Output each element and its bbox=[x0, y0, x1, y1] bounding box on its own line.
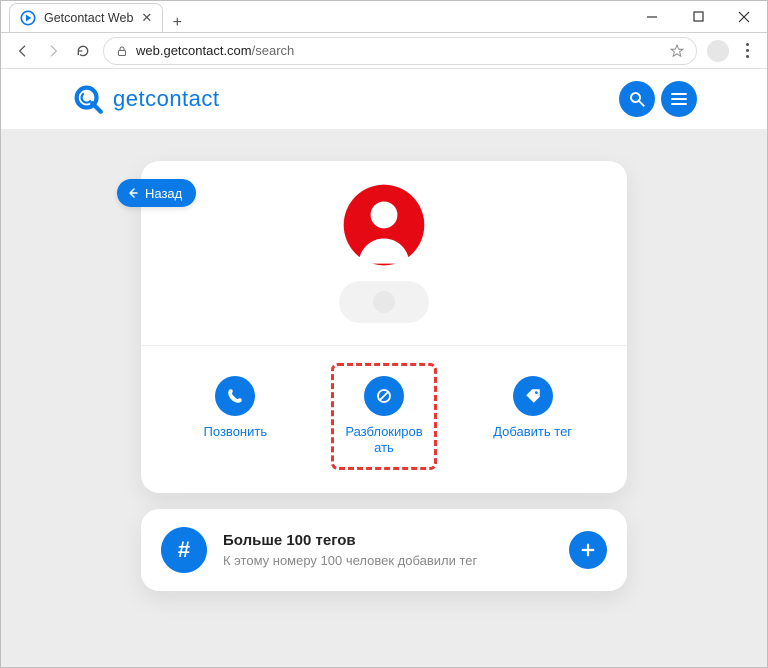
tab-title: Getcontact Web bbox=[44, 11, 133, 25]
unblock-action[interactable]: Разблокиров ать bbox=[334, 366, 434, 467]
menu-button[interactable] bbox=[661, 81, 697, 117]
window-minimize-button[interactable] bbox=[629, 1, 675, 32]
back-button[interactable]: Назад bbox=[117, 179, 196, 207]
favicon-icon bbox=[20, 10, 36, 26]
reload-icon bbox=[75, 43, 91, 59]
profile-avatar-button[interactable] bbox=[707, 40, 729, 62]
page-content: getcontact Назад bbox=[1, 69, 767, 667]
add-tag-action[interactable]: Добавить тег bbox=[483, 366, 583, 450]
profile-avatar-icon bbox=[342, 183, 426, 267]
nav-reload-button[interactable] bbox=[73, 41, 93, 61]
browser-tab[interactable]: Getcontact Web ✕ bbox=[9, 3, 163, 32]
arrow-right-icon bbox=[45, 43, 61, 59]
search-button[interactable] bbox=[619, 81, 655, 117]
omnibox[interactable]: web.getcontact.com/search bbox=[103, 37, 697, 65]
window-maximize-button[interactable] bbox=[675, 1, 721, 32]
lock-icon bbox=[116, 45, 128, 57]
new-tab-button[interactable]: + bbox=[163, 14, 191, 32]
app-logo[interactable]: getcontact bbox=[71, 82, 220, 116]
close-icon bbox=[738, 11, 750, 23]
tags-title: Больше 100 тегов bbox=[223, 532, 553, 549]
phone-icon bbox=[226, 387, 244, 405]
browser-menu-button[interactable] bbox=[739, 43, 755, 58]
window-close-button[interactable] bbox=[721, 1, 767, 32]
window-titlebar: Getcontact Web ✕ + bbox=[1, 1, 767, 33]
nav-forward-button[interactable] bbox=[43, 41, 63, 61]
logo-icon bbox=[71, 82, 105, 116]
search-icon bbox=[628, 90, 646, 108]
close-tab-icon[interactable]: ✕ bbox=[141, 10, 152, 26]
add-tag-label: Добавить тег bbox=[493, 424, 572, 440]
address-bar: web.getcontact.com/search bbox=[1, 33, 767, 69]
arrow-left-icon bbox=[15, 43, 31, 59]
minimize-icon bbox=[646, 11, 658, 23]
nav-back-button[interactable] bbox=[13, 41, 33, 61]
bookmark-star-icon[interactable] bbox=[670, 44, 684, 58]
call-label: Позвонить bbox=[204, 424, 268, 440]
brand-text: getcontact bbox=[113, 86, 220, 112]
add-tag-button[interactable] bbox=[569, 531, 607, 569]
call-action[interactable]: Позвонить bbox=[185, 366, 285, 450]
profile-card: Позвонить Разблокиров ать Добавить тег bbox=[141, 161, 627, 493]
divider bbox=[141, 345, 627, 346]
url-display: web.getcontact.com/search bbox=[136, 43, 294, 58]
hamburger-icon bbox=[671, 93, 687, 105]
tags-subtitle: К этому номеру 100 человек добавили тег bbox=[223, 553, 553, 568]
hash-icon: # bbox=[161, 527, 207, 573]
block-icon bbox=[375, 387, 393, 405]
tag-icon bbox=[524, 387, 542, 405]
back-label: Назад bbox=[145, 186, 182, 201]
tags-card: # Больше 100 тегов К этому номеру 100 че… bbox=[141, 509, 627, 591]
arrow-left-icon bbox=[127, 187, 139, 199]
spam-indicator bbox=[339, 281, 429, 323]
maximize-icon bbox=[693, 11, 704, 22]
unblock-label: Разблокиров ать bbox=[342, 424, 426, 457]
plus-icon bbox=[579, 541, 597, 559]
app-header: getcontact bbox=[1, 69, 767, 129]
